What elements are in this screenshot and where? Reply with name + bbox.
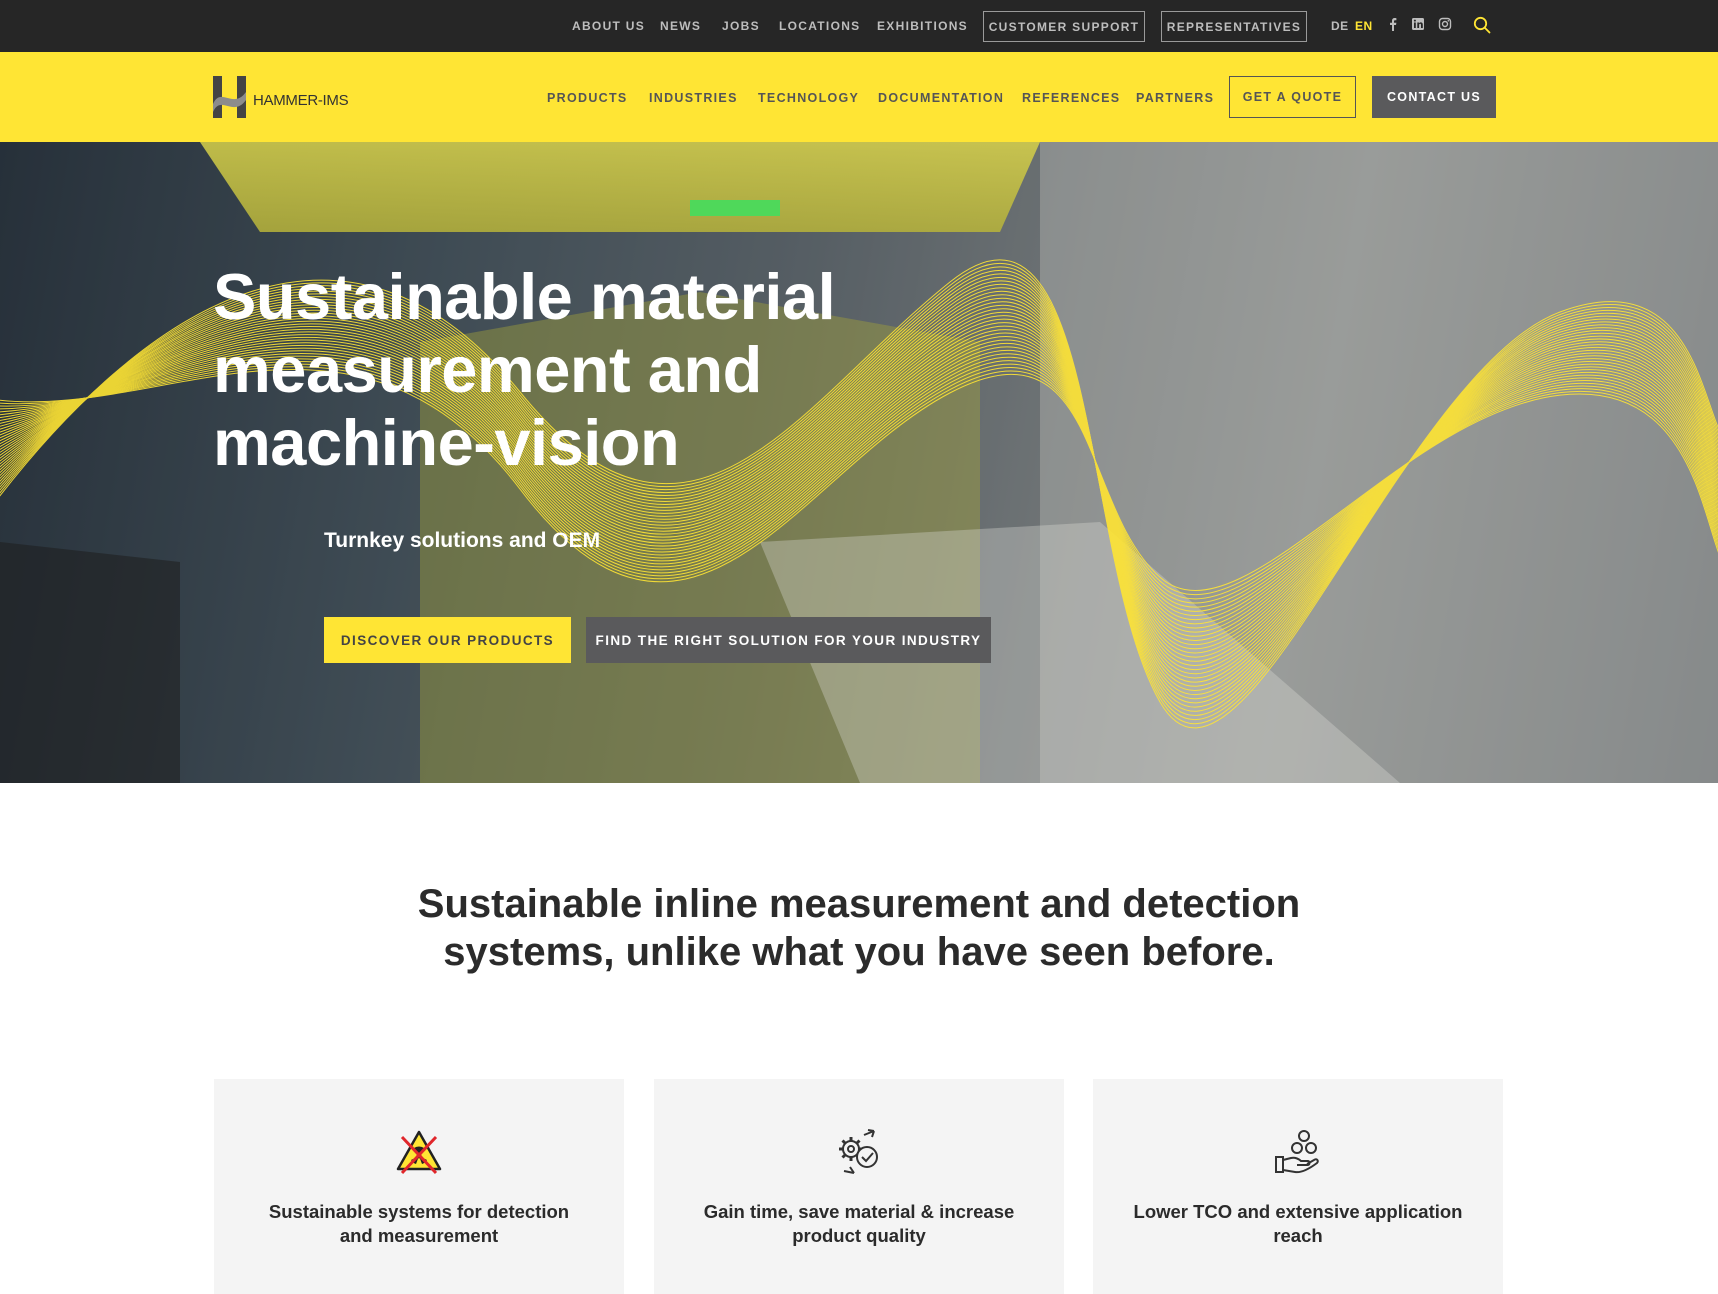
feature-card: Lower TCO and extensive application reac… xyxy=(1093,1079,1503,1294)
find-solution-button[interactable]: FIND THE RIGHT SOLUTION FOR YOUR INDUSTR… xyxy=(586,617,991,663)
nav-partners[interactable]: PARTNERS xyxy=(1136,91,1214,105)
customer-support-button[interactable]: CUSTOMER SUPPORT xyxy=(983,11,1145,42)
top-link-jobs[interactable]: JOBS xyxy=(722,19,760,33)
discover-products-button[interactable]: DISCOVER OUR PRODUCTS xyxy=(324,617,571,663)
instagram-icon[interactable] xyxy=(1438,17,1452,31)
logo-text: HAMMER-IMS xyxy=(253,92,349,109)
intro-heading: Sustainable inline measurement and detec… xyxy=(417,882,1301,974)
language-en[interactable]: EN xyxy=(1355,19,1373,33)
nav-technology[interactable]: TECHNOLOGY xyxy=(758,91,859,105)
hand-coins-icon xyxy=(1275,1130,1319,1174)
get-a-quote-button[interactable]: GET A QUOTE xyxy=(1229,76,1356,118)
nav-industries[interactable]: INDUSTRIES xyxy=(649,91,738,105)
top-link-locations[interactable]: LOCATIONS xyxy=(779,19,860,33)
search-icon[interactable] xyxy=(1473,16,1491,34)
hero-title: Sustainable material measurement and mac… xyxy=(213,260,836,479)
linkedin-icon[interactable] xyxy=(1411,17,1425,31)
top-link-news[interactable]: NEWS xyxy=(660,19,701,33)
feature-label: Gain time, save material & increase prod… xyxy=(703,1201,1015,1246)
hero-subtitle: Turnkey solutions and OEM xyxy=(324,529,601,552)
feature-card: Sustainable systems for detection and me… xyxy=(214,1079,624,1294)
nav-references[interactable]: REFERENCES xyxy=(1022,91,1120,105)
top-link-about-us[interactable]: ABOUT US xyxy=(572,19,645,33)
facebook-icon[interactable] xyxy=(1386,17,1400,31)
feature-label: Lower TCO and extensive application reac… xyxy=(1133,1201,1463,1246)
no-radiation-icon xyxy=(396,1130,442,1175)
top-link-exhibitions[interactable]: EXHIBITIONS xyxy=(877,19,968,33)
nav-documentation[interactable]: DOCUMENTATION xyxy=(878,91,1004,105)
logo[interactable]: HAMMER-IMS xyxy=(213,76,353,118)
nav-products[interactable]: PRODUCTS xyxy=(547,91,628,105)
representatives-button[interactable]: REPRESENTATIVES xyxy=(1161,11,1307,42)
language-de[interactable]: DE xyxy=(1331,19,1349,33)
gear-check-icon xyxy=(839,1129,878,1174)
main-header: HAMMER-IMS PRODUCTS INDUSTRIES TECHNOLOG… xyxy=(0,52,1718,142)
feature-card: Gain time, save material & increase prod… xyxy=(654,1079,1064,1294)
hammer-ims-logo-icon xyxy=(213,76,246,118)
contact-us-button[interactable]: CONTACT US xyxy=(1372,76,1496,118)
feature-label: Sustainable systems for detection and me… xyxy=(268,1201,570,1246)
top-utility-bar: ABOUT US NEWS JOBS LOCATIONS EXHIBITIONS… xyxy=(0,0,1718,52)
hero-section: Sustainable material measurement and mac… xyxy=(0,142,1718,783)
